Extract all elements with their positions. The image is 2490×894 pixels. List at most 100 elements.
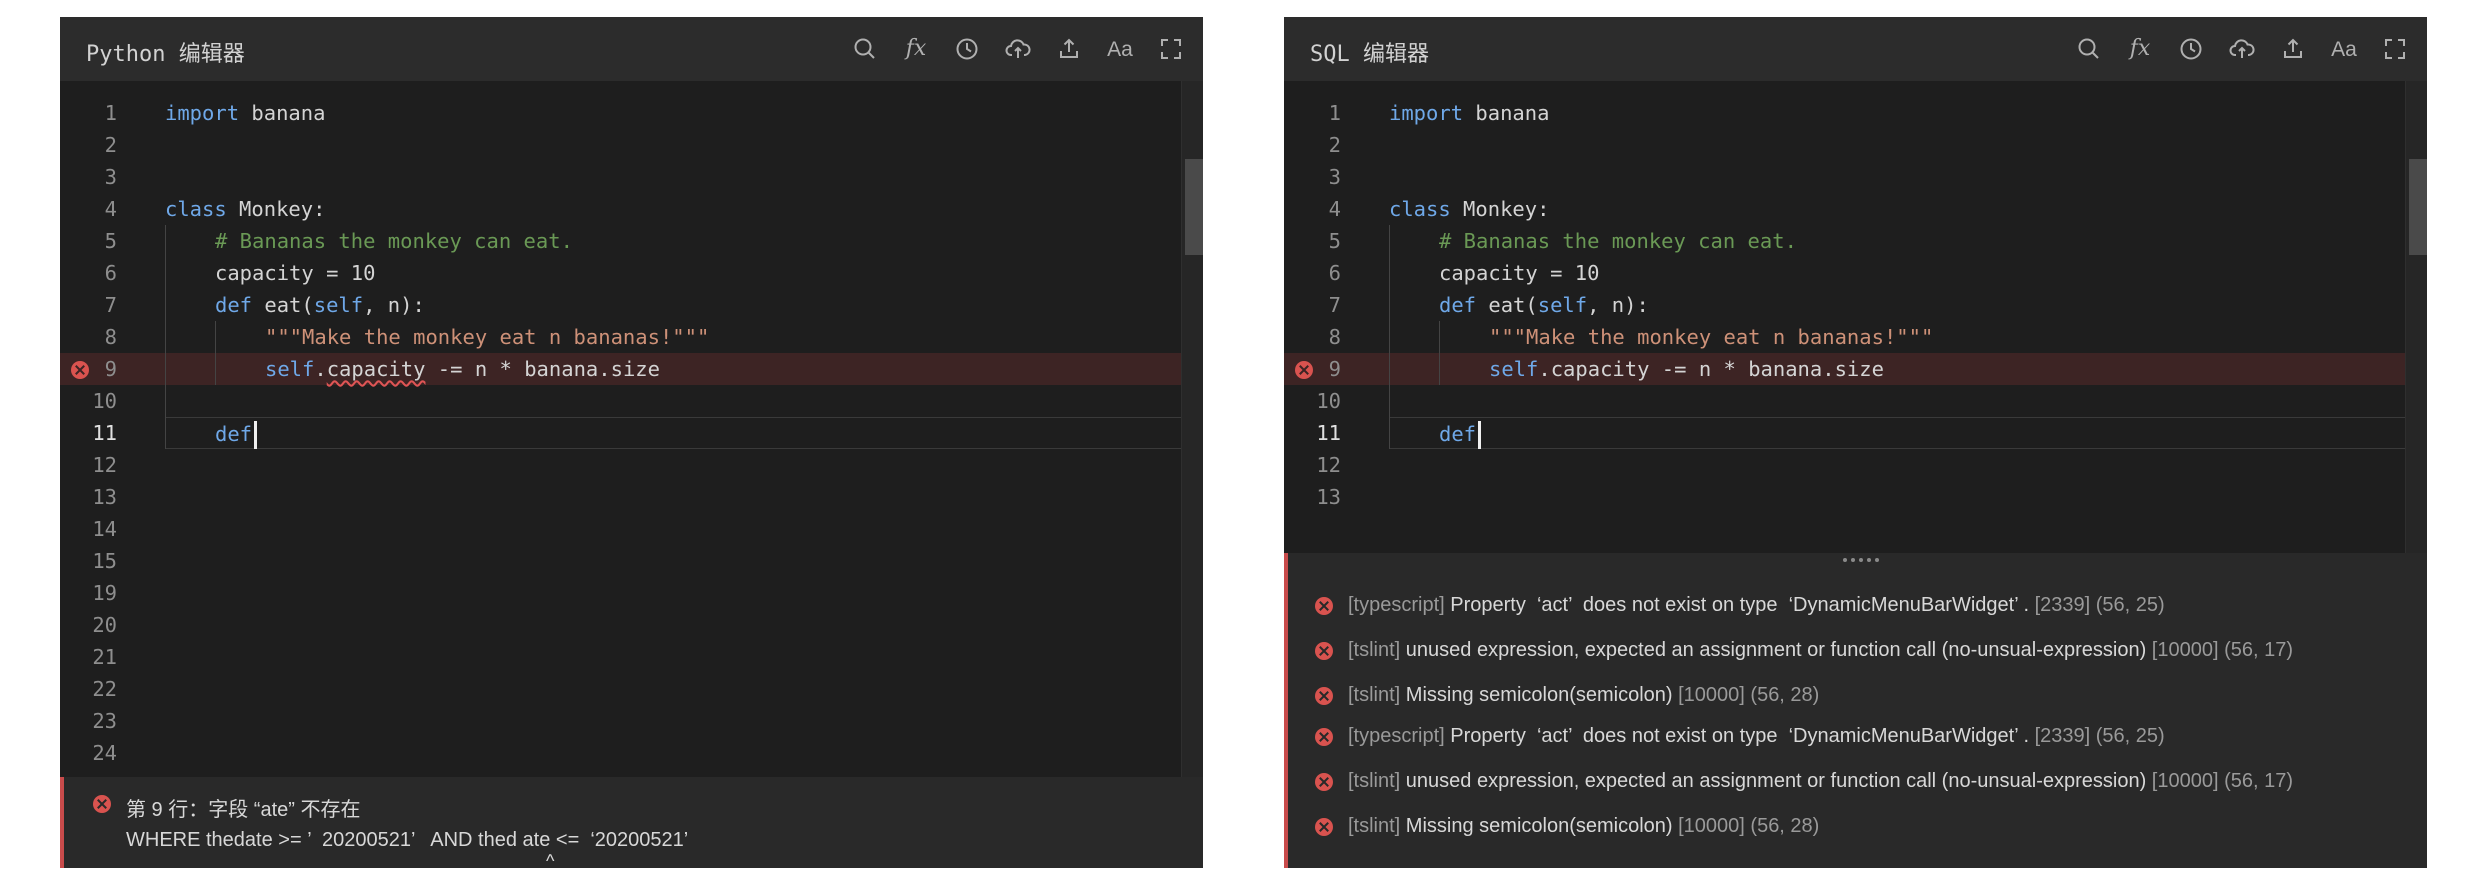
code-line[interactable]: 15 (60, 545, 1181, 577)
cloud-upload-icon[interactable] (2224, 31, 2260, 67)
code-line[interactable]: 13 (1284, 481, 2405, 513)
problem-code: [2339] (56, 25) (2029, 725, 2165, 747)
font-size-icon[interactable]: Aa (1102, 31, 1138, 67)
error-icon[interactable] (1295, 361, 1313, 379)
code-line[interactable]: 8 """Make the monkey eat n bananas!""" (1284, 321, 2405, 353)
code-line[interactable]: 12 (60, 449, 1181, 481)
upload-icon[interactable] (1051, 31, 1087, 67)
code-line[interactable]: 24 (60, 737, 1181, 769)
error-line[interactable]: 9 self.capacity -= n * banana.size (1284, 353, 2405, 385)
code-line[interactable]: 3 (1284, 161, 2405, 193)
line-number: 6 (104, 261, 117, 285)
problem-message: Missing semicolon(semicolon) (1400, 684, 1673, 706)
problem-item[interactable]: [tslint] unused expression, expected an … (1288, 632, 2427, 668)
code-text: .capacity -= n * banana.size (1538, 357, 1884, 381)
code-text: , n): (363, 293, 425, 317)
code-line[interactable]: 2 (1284, 129, 2405, 161)
function-icon[interactable]: fx (898, 31, 934, 67)
current-line[interactable]: 11 def (1284, 417, 2405, 449)
problem-item[interactable]: [typescript] Property ‘act’ does not exi… (1288, 718, 2427, 754)
error-position-caret: ^ (546, 851, 555, 868)
keyword-token: import (1389, 101, 1464, 125)
cloud-upload-icon[interactable] (1000, 31, 1036, 67)
self-token: self (1489, 357, 1539, 381)
code-line[interactable]: 21 (60, 641, 1181, 673)
code-line[interactable]: 19 (60, 577, 1181, 609)
indent-guide (165, 417, 166, 449)
code-line[interactable]: 8 """Make the monkey eat n bananas!""" (60, 321, 1181, 353)
line-number: 20 (92, 613, 117, 637)
code-line[interactable]: 2 (60, 129, 1181, 161)
fullscreen-icon[interactable] (2377, 31, 2413, 67)
upload-icon[interactable] (2275, 31, 2311, 67)
line-number: 13 (1316, 485, 1341, 509)
line-number: 5 (104, 229, 117, 253)
code-line[interactable]: 5 # Bananas the monkey can eat. (60, 225, 1181, 257)
code-line[interactable]: 22 (60, 673, 1181, 705)
problem-item[interactable]: [tslint] Missing semicolon(semicolon) [1… (1288, 808, 2427, 844)
function-glyph: fx (905, 36, 927, 61)
indent-guide (1389, 225, 1390, 257)
indent-guide (165, 321, 166, 353)
code-line[interactable]: 13 (60, 481, 1181, 513)
code-line[interactable]: 3 (60, 161, 1181, 193)
code-line[interactable]: 6 capacity = 10 (1284, 257, 2405, 289)
line-number: 2 (104, 133, 117, 157)
code-line[interactable]: 7 def eat(self, n): (1284, 289, 2405, 321)
indent-guide (165, 289, 166, 321)
search-icon[interactable] (847, 31, 883, 67)
code-line[interactable]: 5 # Bananas the monkey can eat. (1284, 225, 2405, 257)
code-line[interactable]: 4 class Monkey: (1284, 193, 2405, 225)
indent-guide (1389, 353, 1390, 385)
font-size-icon[interactable]: Aa (2326, 31, 2362, 67)
code-line[interactable]: 6 capacity = 10 (60, 257, 1181, 289)
fullscreen-icon[interactable] (1153, 31, 1189, 67)
code-line[interactable]: 1 import banana (1284, 97, 2405, 129)
problem-item[interactable]: [typescript] Property ‘act’ does not exi… (1288, 587, 2427, 623)
problems-panel: [typescript] Property ‘act’ does not exi… (1284, 553, 2427, 868)
text-cursor (1478, 421, 1482, 449)
error-line[interactable]: 9 self.capacity -= n * banana.size (60, 353, 1181, 385)
history-icon[interactable] (2173, 31, 2209, 67)
vertical-scrollbar[interactable] (2405, 81, 2427, 553)
code-text: . (314, 357, 327, 381)
error-icon[interactable] (71, 361, 89, 379)
line-number: 12 (1316, 453, 1341, 477)
sql-editor-panel: SQL 编辑器 fx Aa 1 import banana 2 3 4 clas… (1284, 17, 2427, 868)
problem-message: Property ‘act’ does not exist on type ‘D… (1444, 725, 2030, 747)
keyword-token: import (165, 101, 240, 125)
code-line[interactable]: 7 def eat(self, n): (60, 289, 1181, 321)
problem-code: [10000] (56, 17) (2146, 770, 2294, 792)
code-line[interactable]: 10 (60, 385, 1181, 417)
code-line[interactable]: 12 (1284, 449, 2405, 481)
code-line[interactable]: 23 (60, 705, 1181, 737)
history-icon[interactable] (949, 31, 985, 67)
self-token: self (265, 357, 315, 381)
error-token[interactable]: capacity (327, 357, 426, 381)
code-line[interactable]: 10 (1284, 385, 2405, 417)
scrollbar-thumb[interactable] (2409, 159, 2427, 255)
code-line[interactable]: 14 (60, 513, 1181, 545)
code-text: Monkey: (226, 197, 326, 221)
code-text: eat( (1476, 293, 1538, 317)
problem-item[interactable]: [tslint] Missing semicolon(semicolon) [1… (1288, 677, 2427, 713)
function-icon[interactable]: fx (2122, 31, 2158, 67)
current-line[interactable]: 11 def (60, 417, 1181, 449)
code-line[interactable]: 4 class Monkey: (60, 193, 1181, 225)
scrollbar-thumb[interactable] (1185, 159, 1203, 255)
indent-guide (165, 257, 166, 289)
code-line[interactable]: 20 (60, 609, 1181, 641)
indent-guide (215, 321, 216, 353)
editor-title: Python 编辑器 (86, 42, 245, 67)
comment-token: # Bananas the monkey can eat. (1439, 229, 1797, 253)
resize-handle[interactable] (1843, 553, 1879, 567)
vertical-scrollbar[interactable] (1181, 81, 1203, 777)
search-icon[interactable] (2071, 31, 2107, 67)
error-icon (1315, 728, 1333, 746)
code-line[interactable]: 1 import banana (60, 97, 1181, 129)
indent-guide (1389, 257, 1390, 289)
problem-item[interactable]: [tslint] unused expression, expected an … (1288, 763, 2427, 799)
problem-source: [tslint] (1348, 684, 1401, 706)
indent-guide (1389, 417, 1390, 449)
indent-guide (1389, 289, 1390, 321)
